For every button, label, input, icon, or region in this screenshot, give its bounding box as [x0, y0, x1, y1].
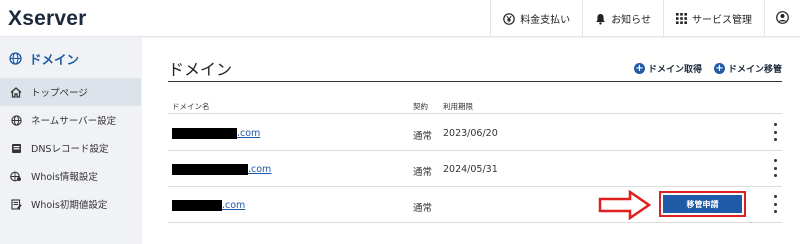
bell-icon [595, 13, 606, 25]
notice-menu[interactable]: お知らせ [582, 0, 663, 37]
domain-link[interactable]: .com [172, 164, 271, 175]
arrow-right-icon [598, 189, 652, 221]
plus-icon: + [713, 63, 725, 74]
page-title: ドメイン [168, 60, 233, 79]
table-row: .com 通常 2024/05/31 [168, 151, 782, 187]
redacted-name [172, 164, 248, 175]
globe-icon [9, 114, 23, 126]
whois-icon [9, 171, 23, 182]
domain-suffix: .com [248, 164, 272, 175]
contract-type: 通常 [413, 131, 433, 142]
main-panel: ドメイン + ドメイン取得 + ドメイン移管 ドメイン名 契約 利用期限 .co… [142, 38, 800, 244]
sidebar: ドメイン トップページ ネームサーバー設定 DNSレコード設定 Whois情報設… [0, 38, 141, 244]
sidebar-item-dns[interactable]: DNSレコード設定 [0, 134, 141, 162]
sidebar-header[interactable]: ドメイン [0, 38, 141, 78]
acquire-domain-button[interactable]: + ドメイン取得 [633, 62, 702, 75]
expiry-date: 2023/06/20 [443, 128, 498, 139]
transfer-domain-label: ドメイン移管 [727, 65, 782, 75]
logo[interactable]: Xserver [8, 7, 86, 31]
more-menu-icon[interactable] [770, 195, 780, 213]
transfer-domain-button[interactable]: + ドメイン移管 [713, 62, 782, 75]
payment-label: 料金支払い [520, 15, 571, 26]
sidebar-item-label: DNSレコード設定 [31, 144, 109, 155]
domain-suffix: .com [237, 128, 261, 139]
sidebar-item-whois[interactable]: Whois情報設定 [0, 162, 141, 190]
home-icon [9, 86, 23, 98]
grid-icon [676, 13, 687, 24]
globe-icon [9, 51, 22, 65]
table-row: .com 通常 移管申請 [168, 187, 782, 223]
sidebar-item-label: Whois情報設定 [31, 172, 98, 183]
notice-label: お知らせ [611, 15, 651, 26]
column-contract: 契約 [413, 102, 428, 111]
service-menu[interactable]: サービス管理 [663, 0, 764, 37]
top-nav: 料金支払い お知らせ サービス管理 [490, 0, 800, 37]
title-divider [168, 81, 782, 82]
column-expiry: 利用期限 [443, 102, 473, 111]
transfer-highlight: 移管申請 [659, 191, 746, 217]
expiry-date: 2024/05/31 [443, 164, 498, 175]
more-menu-icon[interactable] [770, 123, 780, 141]
sidebar-item-label: Whois初期値設定 [31, 200, 108, 211]
domain-suffix: .com [222, 200, 246, 211]
sidebar-item-label: トップページ [31, 88, 88, 99]
more-menu-icon[interactable] [770, 159, 780, 177]
contract-type: 通常 [413, 167, 433, 178]
dns-icon [9, 143, 23, 154]
account-menu[interactable] [764, 0, 800, 37]
column-domain: ドメイン名 [172, 102, 210, 111]
sidebar-item-label: ネームサーバー設定 [31, 116, 117, 127]
plus-icon: + [633, 63, 645, 74]
sidebar-item-whois-default[interactable]: Whois初期値設定 [0, 190, 141, 218]
domain-link[interactable]: .com [172, 128, 260, 139]
acquire-domain-label: ドメイン取得 [647, 65, 702, 75]
sidebar-header-label: ドメイン [29, 51, 80, 67]
page-actions: + ドメイン取得 + ドメイン移管 [622, 62, 782, 75]
edit-icon [9, 198, 23, 210]
table-row: .com 通常 2023/06/20 [168, 115, 782, 151]
contract-type: 通常 [413, 203, 433, 214]
top-bar: Xserver 料金支払い お知らせ サービス管理 [0, 0, 800, 37]
redacted-name [172, 128, 237, 139]
transfer-request-button[interactable]: 移管申請 [663, 195, 742, 213]
user-icon [776, 10, 789, 27]
table-header: ドメイン名 契約 利用期限 [168, 100, 782, 114]
yen-icon [503, 12, 515, 25]
domain-link[interactable]: .com [172, 200, 245, 211]
sidebar-item-nameserver[interactable]: ネームサーバー設定 [0, 106, 141, 134]
service-label: サービス管理 [692, 15, 752, 26]
redacted-name [172, 200, 222, 211]
sidebar-item-top[interactable]: トップページ [0, 78, 141, 106]
payment-menu[interactable]: 料金支払い [490, 0, 582, 37]
